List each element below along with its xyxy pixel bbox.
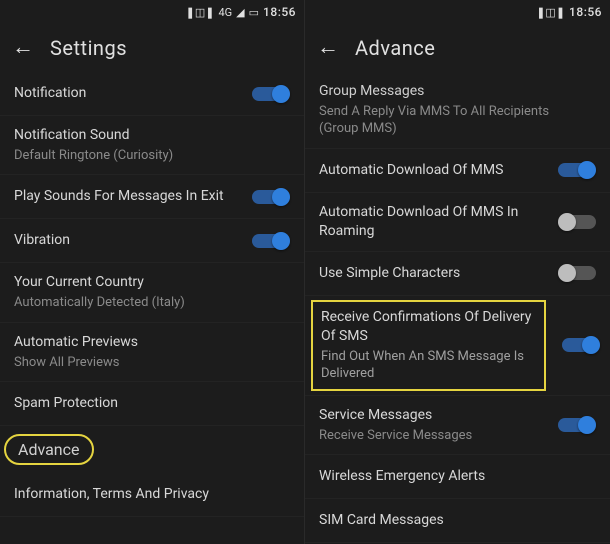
back-icon[interactable]: ← [12,37,34,59]
row-advance[interactable]: Advance [0,426,304,473]
status-bar-right: ❚◫❚ 18:56 [305,0,610,24]
row-emergency-alerts[interactable]: Wireless Emergency Alerts [305,455,610,499]
sub-delivery: Find Out When An SMS Message Is Delivere… [321,348,536,383]
sub-auto-previews: Show All Previews [14,354,282,372]
switch-play-sounds[interactable] [252,188,290,206]
row-vibration[interactable]: Vibration [0,219,304,263]
row-country[interactable]: Your Current Country Automatically Detec… [0,263,304,322]
label-spam: Spam Protection [14,394,282,413]
status-bar-left: ❚◫❚ 4G ◢ ▭ 18:56 [0,0,304,24]
switch-delivery[interactable] [562,336,600,354]
sub-group-messages: Send A Reply Via MMS To All Recipients (… [319,103,588,138]
signal-icon: ◢ [236,6,244,19]
switch-service-messages[interactable] [558,416,596,434]
row-play-sounds[interactable]: Play Sounds For Messages In Exit [0,175,304,219]
topbar-right: ← Advance [305,24,610,72]
page-title: Advance [355,36,435,60]
row-spam[interactable]: Spam Protection [0,382,304,426]
label-emergency: Wireless Emergency Alerts [319,467,588,486]
label-play-sounds: Play Sounds For Messages In Exit [14,187,244,206]
label-auto-previews: Automatic Previews [14,333,282,352]
label-country: Your Current Country [14,273,282,292]
advance-panel: ❚◫❚ 18:56 ← Advance Group Messages Send … [305,0,610,544]
row-info[interactable]: Information, Terms And Privacy [0,473,304,517]
row-service-messages[interactable]: Service Messages Receive Service Message… [305,396,610,455]
sub-country: Automatically Detected (Italy) [14,294,282,312]
row-notification[interactable]: Notification [0,72,304,116]
vibrate-icon: ❚◫❚ [186,6,215,19]
highlight-advance: Advance [4,434,94,465]
label-info: Information, Terms And Privacy [14,485,282,504]
label-simple-chars: Use Simple Characters [319,264,550,283]
row-group-messages[interactable]: Group Messages Send A Reply Via MMS To A… [305,72,610,149]
row-auto-previews[interactable]: Automatic Previews Show All Previews [0,323,304,382]
switch-notification[interactable] [252,85,290,103]
label-advance: Advance [18,440,80,459]
switch-auto-mms-roaming[interactable] [558,213,596,231]
battery-icon: ▭ [249,6,259,19]
highlight-delivery: Receive Confirmations Of Delivery Of SMS… [311,300,546,391]
vibrate-icon: ❚◫❚ [536,6,565,19]
switch-auto-mms[interactable] [558,161,596,179]
topbar-left: ← Settings [0,24,304,72]
settings-panel: ❚◫❚ 4G ◢ ▭ 18:56 ← Settings Notification… [0,0,305,544]
row-simple-chars[interactable]: Use Simple Characters [305,252,610,296]
row-delivery-confirm[interactable]: Receive Confirmations Of Delivery Of SMS… [305,296,610,396]
label-auto-mms-roaming: Automatic Download Of MMS In Roaming [319,203,550,241]
row-auto-mms-roaming[interactable]: Automatic Download Of MMS In Roaming [305,193,610,252]
status-clock: 18:56 [263,5,296,19]
status-clock: 18:56 [569,5,602,19]
label-notification: Notification [14,84,244,103]
settings-list: Notification Notification Sound Default … [0,72,304,544]
sub-notif-sound: Default Ringtone (Curiosity) [14,147,282,165]
label-group-messages: Group Messages [319,82,588,101]
label-auto-mms: Automatic Download Of MMS [319,161,550,180]
switch-simple-chars[interactable] [558,264,596,282]
label-sim: SIM Card Messages [319,511,588,530]
label-delivery: Receive Confirmations Of Delivery Of SMS [321,308,536,346]
label-service-messages: Service Messages [319,406,550,425]
label-notif-sound: Notification Sound [14,126,282,145]
label-vibration: Vibration [14,231,244,250]
advance-list: Group Messages Send A Reply Via MMS To A… [305,72,610,544]
switch-vibration[interactable] [252,232,290,250]
row-sim-messages[interactable]: SIM Card Messages [305,499,610,543]
sub-service-messages: Receive Service Messages [319,427,550,445]
page-title: Settings [50,36,127,60]
row-auto-mms[interactable]: Automatic Download Of MMS [305,149,610,193]
row-notification-sound[interactable]: Notification Sound Default Ringtone (Cur… [0,116,304,175]
back-icon[interactable]: ← [317,37,339,59]
data-4g-icon: 4G [218,6,232,19]
